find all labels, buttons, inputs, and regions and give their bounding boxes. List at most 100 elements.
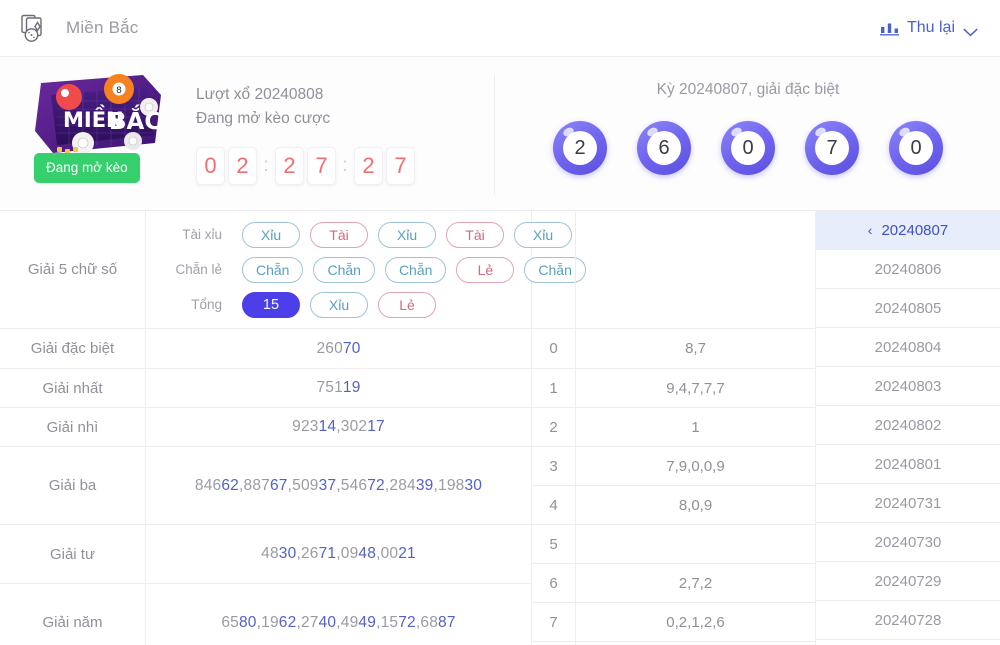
result-ball: 6 [637, 121, 691, 175]
bet-summary-block: Tài xỉu Xỉu Tài Xỉu Tài Xỉu Chẵn lẻ Chẵn… [146, 211, 586, 329]
prize-label: Giải nhì [0, 408, 145, 447]
status-badge: Đang mở kèo [34, 153, 140, 183]
tail-digit-column: 8,7 9,4,7,7,7 1 7,9,0,0,9 8,0,9 2,7,2 0,… [576, 211, 816, 645]
tail-digits: 2,7,2 [576, 564, 815, 603]
bet-tag[interactable]: Tài [310, 221, 368, 248]
prize-label: Giải năm [0, 584, 145, 645]
prize-value: 846 62,887 67,509 37,546 72,284 39,198 30 [146, 447, 531, 525]
prize-label: Giải nhất [0, 369, 145, 408]
head-digit-column: 0 1 2 3 4 5 6 7 [532, 211, 576, 645]
date-label: 20240802 [874, 416, 942, 434]
countdown-timer: 0 2 : 2 7 : 2 7 [196, 147, 496, 185]
date-list-item[interactable]: 20240806 [816, 250, 1000, 289]
head-digit: 0 [532, 329, 575, 369]
svg-text:BẮC: BẮC [109, 104, 161, 135]
date-label: 20240806 [874, 260, 942, 278]
date-label: 20240731 [874, 494, 942, 512]
tail-digits: 8,0,9 [576, 486, 815, 525]
prize-value: 751 19 [146, 369, 531, 408]
date-list-item[interactable]: 20240805 [816, 289, 1000, 328]
head-digit: 6 [532, 564, 575, 603]
result-ball: 2 [553, 121, 607, 175]
result-ball-number: 2 [563, 131, 597, 165]
timer-digit: 2 [228, 147, 257, 185]
bet-tag[interactable]: Lẻ [378, 291, 436, 318]
collapse-label: Thu lại [906, 19, 955, 36]
collapse-button[interactable]: Thu lại [879, 19, 978, 37]
period-result-block: Kỳ 20240807, giải đặc biệt 2 6 0 7 0 [496, 57, 1000, 175]
timer-digit: 2 [275, 147, 304, 185]
date-list-item[interactable]: 20240804 [816, 328, 1000, 367]
prize-value: 923 14,302 17 [146, 408, 531, 447]
date-list-item[interactable]: 20240728 [816, 601, 1000, 640]
mien-bac-logo: 8 MIỀN BẮC [23, 69, 173, 161]
draw-info: Lượt xổ 20240808 Đang mở kèo cược 0 2 : … [196, 57, 496, 185]
bet-row-chanle: Chẵn lẻ Chẵn Chẵn Chẵn Lẻ Chẵn [146, 252, 586, 287]
chevron-left-icon: ‹ [867, 222, 873, 238]
date-label: 20240729 [874, 572, 942, 590]
bet-tag-group: 15 Xỉu Lẻ [242, 291, 436, 318]
cards-dice-icon [18, 11, 52, 45]
head-digit: 3 [532, 447, 575, 486]
result-ball: 0 [721, 121, 775, 175]
top-bar-left: Miền Bắc [18, 11, 138, 45]
prize-label: Giải tư [0, 525, 145, 584]
results-table: Giải 5 chữ số Giải đặc biệt Giải nhất Gi… [0, 211, 1000, 645]
tail-digits: 8,7 [576, 329, 815, 369]
head-digit: 4 [532, 486, 575, 525]
bet-tag[interactable]: Xỉu [242, 221, 300, 248]
tail-digits: 7,9,0,0,9 [576, 447, 815, 486]
result-ball-number: 7 [815, 131, 849, 165]
bet-tag[interactable]: Tài [446, 221, 504, 248]
chevron-down-icon [963, 24, 978, 36]
date-list-item[interactable]: 20240729 [816, 562, 1000, 601]
bet-tag[interactable]: Xỉu [378, 221, 436, 248]
tail-digits: 9,4,7,7,7 [576, 369, 815, 408]
tail-digits: 0,2,1,2,6 [576, 603, 815, 642]
result-balls: 2 6 0 7 0 [496, 121, 1000, 175]
head-digit: 1 [532, 369, 575, 408]
result-ball: 7 [805, 121, 859, 175]
prize-value: 260 70 [146, 329, 531, 369]
result-ball-number: 0 [731, 131, 765, 165]
tail-digits: 1 [576, 408, 815, 447]
date-list-item[interactable]: 20240802 [816, 406, 1000, 445]
bet-tag[interactable]: Xỉu [310, 291, 368, 318]
date-list-item[interactable]: 20240730 [816, 523, 1000, 562]
result-ball-number: 6 [647, 131, 681, 165]
date-list-item[interactable]: 20240801 [816, 445, 1000, 484]
lottery-logo-block: 8 MIỀN BẮC Đang mở kèo [0, 57, 196, 211]
bet-tag[interactable]: Chẵn [242, 256, 304, 283]
head-spacer [532, 211, 575, 329]
timer-digit: 2 [354, 147, 383, 185]
timer-digit: 0 [196, 147, 225, 185]
tail-spacer [576, 211, 815, 329]
date-list-item[interactable]: 20240731 [816, 484, 1000, 523]
lottery-page: Miền Bắc Thu lại 8 MIỀN BẮC Đang mở kèo … [0, 0, 1000, 645]
bet-tag-sum[interactable]: 15 [242, 291, 300, 318]
prize-label: Giải 5 chữ số [0, 211, 145, 329]
prize-value: 65 80,19 62,27 40,49 49,15 72,68 87 [146, 584, 531, 645]
timer-digit: 7 [307, 147, 336, 185]
prize-value: 48 30,26 71,09 48,00 21 [146, 525, 531, 584]
svg-text:8: 8 [116, 86, 122, 96]
date-label: 20240805 [874, 299, 942, 317]
bet-tag[interactable]: Chẵn [313, 256, 375, 283]
date-label: 20240803 [874, 377, 942, 395]
timer-digit: 7 [386, 147, 415, 185]
bet-tag[interactable]: Lẻ [456, 256, 515, 283]
bet-tag[interactable]: Chẵn [384, 256, 447, 283]
date-list-item-selected[interactable]: ‹ 20240807 [816, 211, 1000, 250]
timer-separator: : [342, 155, 348, 176]
bar-chart-icon [879, 21, 899, 36]
result-ball: 0 [889, 121, 943, 175]
top-bar: Miền Bắc Thu lại [0, 0, 1000, 57]
bet-row-tong: Tổng 15 Xỉu Lẻ [146, 287, 523, 322]
draw-id-label: Lượt xổ 20240808 [196, 86, 324, 103]
period-title: Kỳ 20240807, giải đặc biệt [656, 81, 840, 98]
date-list-item[interactable]: 20240803 [816, 367, 1000, 406]
date-label: 20240807 [881, 221, 949, 239]
tail-digits [576, 525, 815, 564]
prize-label: Giải ba [0, 447, 145, 525]
head-digit: 7 [532, 603, 575, 642]
